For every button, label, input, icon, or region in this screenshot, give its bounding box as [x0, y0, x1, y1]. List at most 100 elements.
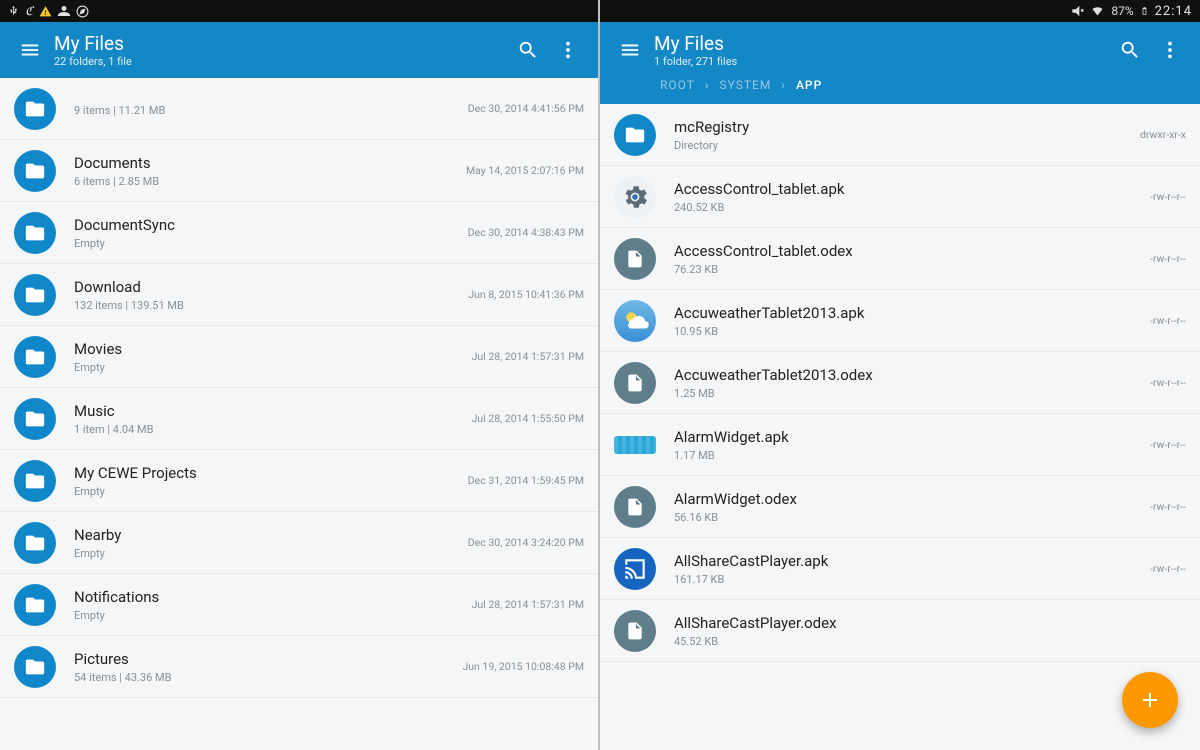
item-meta: 1.25 MB — [674, 387, 1142, 400]
folder-icon — [14, 212, 56, 254]
item-stamp: Jun 19, 2015 10:08:48 PM — [454, 660, 584, 673]
app-bar-left: My Files 22 folders, 1 file — [0, 22, 598, 78]
list-item[interactable]: MoviesEmptyJul 28, 2014 1:57:31 PM — [0, 326, 598, 388]
item-stamp: Dec 31, 2014 1:59:45 PM — [460, 474, 584, 487]
item-meta: 45.52 KB — [674, 635, 1178, 648]
list-item[interactable]: Download 132 items | 139.51 MBJun 8, 2015… — [0, 264, 598, 326]
item-name: Music — [74, 402, 464, 420]
file-icon — [614, 610, 656, 652]
item-meta: 1.17 MB — [674, 449, 1142, 462]
list-item[interactable]: NotificationsEmptyJul 28, 2014 1:57:31 P… — [0, 574, 598, 636]
list-item[interactable]: mcRegistryDirectorydrwxr-xr-x — [600, 104, 1200, 166]
list-item[interactable]: My CEWE Projects EmptyDec 31, 2014 1:59:4… — [0, 450, 598, 512]
list-item[interactable]: AccuweatherTablet2013.odex 1.25 MB-rw-r--… — [600, 352, 1200, 414]
right-pane: 87% 22:14 My Files 1 folder, 271 files R… — [600, 0, 1200, 750]
compass-icon — [76, 5, 89, 18]
list-item[interactable]: NearbyEmptyDec 30, 2014 3:24:20 PM — [0, 512, 598, 574]
item-stamp: Jul 28, 2014 1:57:31 PM — [464, 350, 584, 363]
item-name: Nearby — [74, 526, 460, 544]
breadcrumb-item[interactable]: APP — [796, 78, 822, 92]
item-meta: Directory — [674, 139, 1132, 152]
item-meta: 54 items | 43.36 MB — [74, 671, 454, 684]
fab-add-button[interactable] — [1122, 672, 1178, 728]
file-icon — [614, 486, 656, 528]
file-icon — [614, 238, 656, 280]
item-meta: Empty — [74, 361, 464, 374]
list-item[interactable]: AccuweatherTablet2013.apk10.95 KB-rw-r--… — [600, 290, 1200, 352]
list-item[interactable]: AlarmWidget.odex56.16 KB-rw-r--r-- — [600, 476, 1200, 538]
search-button[interactable] — [508, 30, 548, 70]
item-name: AccuweatherTablet2013.odex — [674, 366, 1142, 384]
usb-icon — [8, 4, 19, 18]
folder-icon — [14, 274, 56, 316]
list-item[interactable]: AlarmWidget.apk1.17 MB-rw-r--r-- — [600, 414, 1200, 476]
gear-icon — [614, 176, 656, 218]
clock-text: 22:14 — [1155, 4, 1192, 19]
list-item[interactable]: AccessControl_tablet.apk 240.52 KB-rw-r--… — [600, 166, 1200, 228]
overflow-menu-button[interactable] — [1150, 30, 1190, 70]
item-stamp: Dec 30, 2014 4:38:43 PM — [460, 226, 584, 239]
item-name: AllShareCastPlayer.apk — [674, 552, 1142, 570]
folder-icon — [14, 460, 56, 502]
item-meta: 240.52 KB — [674, 201, 1142, 214]
item-stamp: Dec 30, 2014 3:24:20 PM — [460, 536, 584, 549]
list-item[interactable]: Pictures54 items | 43.36 MBJun 19, 2015 … — [0, 636, 598, 698]
item-name: mcRegistry — [674, 118, 1132, 136]
item-name: Download — [74, 278, 460, 296]
list-item[interactable]: Music1 item | 4.04 MBJul 28, 2014 1:55:5… — [0, 388, 598, 450]
breadcrumb-item[interactable]: SYSTEM — [720, 78, 772, 92]
folder-icon — [14, 336, 56, 378]
list-item[interactable]: DocumentSync EmptyDec 30, 2014 4:38:43 PM — [0, 202, 598, 264]
item-name: AlarmWidget.odex — [674, 490, 1142, 508]
app-title: My Files — [654, 32, 1110, 55]
overflow-menu-button[interactable] — [548, 30, 588, 70]
chevron-right-icon: › — [781, 78, 786, 92]
item-meta: 76.23 KB — [674, 263, 1142, 276]
item-name: My CEWE Projects — [74, 464, 460, 482]
nyt-icon: ℭ — [25, 4, 33, 19]
folder-icon — [14, 398, 56, 440]
item-meta: Empty — [74, 485, 460, 498]
hamburger-menu-button[interactable] — [610, 30, 650, 70]
folder-icon — [14, 584, 56, 626]
folder-icon — [14, 150, 56, 192]
warning-icon — [39, 5, 52, 18]
folder-icon — [14, 88, 56, 130]
item-stamp: -rw-r--r-- — [1142, 314, 1186, 327]
item-meta: 132 items | 139.51 MB — [74, 299, 460, 312]
breadcrumb-item[interactable]: ROOT — [660, 78, 695, 92]
hamburger-menu-button[interactable] — [10, 30, 50, 70]
list-item[interactable]: AccessControl_tablet.odex76.23 KB-rw-r--… — [600, 228, 1200, 290]
item-name: Documents — [74, 154, 458, 172]
status-bar-right: 87% 22:14 — [600, 0, 1200, 22]
item-stamp: -rw-r--r-- — [1142, 376, 1186, 389]
file-icon — [614, 362, 656, 404]
item-meta: 6 items | 2.85 MB — [74, 175, 458, 188]
item-stamp: Jun 8, 2015 10:41:36 PM — [460, 288, 584, 301]
weather-app-icon — [614, 300, 656, 342]
item-meta: 10.95 KB — [674, 325, 1142, 338]
wifi-icon — [1090, 5, 1105, 17]
mute-icon — [1070, 4, 1084, 18]
chevron-right-icon: › — [705, 78, 710, 92]
battery-icon — [1140, 4, 1149, 18]
item-meta: Empty — [74, 609, 464, 622]
folder-icon — [14, 522, 56, 564]
search-button[interactable] — [1110, 30, 1150, 70]
item-name: AllShareCastPlayer.odex — [674, 614, 1178, 632]
item-stamp: Jul 28, 2014 1:55:50 PM — [464, 412, 584, 425]
item-name: AccessControl_tablet.apk — [674, 180, 1142, 198]
list-item[interactable]: AllShareCastPlayer.odex 45.52 KB — [600, 600, 1200, 662]
item-meta: 161.17 KB — [674, 573, 1142, 586]
left-pane: ℭ My Files 22 folders, 1 file 9 items | … — [0, 0, 600, 750]
item-stamp: May 14, 2015 2:07:16 PM — [458, 164, 584, 177]
app-subtitle: 1 folder, 271 files — [654, 55, 1110, 68]
item-stamp: -rw-r--r-- — [1142, 190, 1186, 203]
list-item[interactable]: AllShareCastPlayer.apk161.17 KB-rw-r--r-… — [600, 538, 1200, 600]
item-stamp: -rw-r--r-- — [1142, 500, 1186, 513]
list-item[interactable]: Documents 6 items | 2.85 MBMay 14, 2015 2… — [0, 140, 598, 202]
list-item[interactable]: 9 items | 11.21 MBDec 30, 2014 4:41:56 P… — [0, 78, 598, 140]
app-title: My Files — [54, 32, 508, 55]
item-meta: Empty — [74, 237, 460, 250]
item-name: DocumentSync — [74, 216, 460, 234]
